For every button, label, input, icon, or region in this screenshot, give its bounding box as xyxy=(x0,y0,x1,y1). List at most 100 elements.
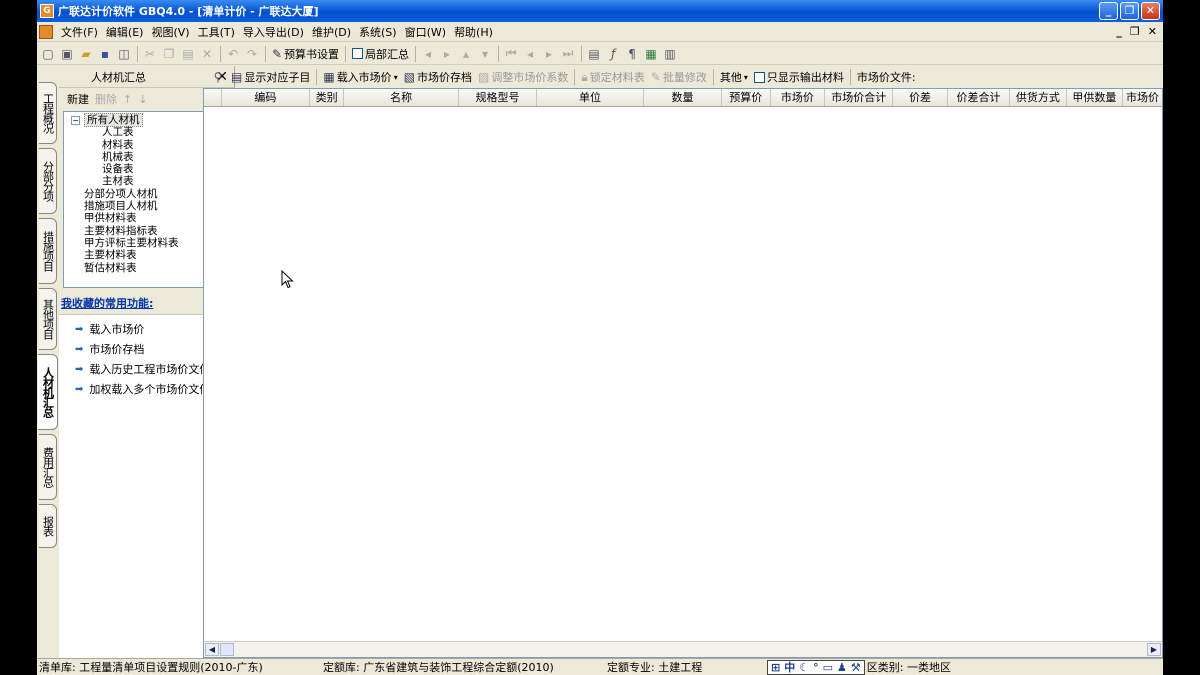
col-header-owner-quantity[interactable]: 甲供数量 xyxy=(1067,89,1124,106)
menu-tools[interactable]: 工具(T) xyxy=(194,24,239,40)
delete-icon[interactable]: ✕ xyxy=(198,45,216,63)
menu-view[interactable]: 视图(V) xyxy=(147,24,193,40)
col-header-spec[interactable]: 规格型号 xyxy=(459,89,537,106)
other-dropdown[interactable]: 其他 ▾ xyxy=(717,69,751,85)
move-down-icon[interactable]: ▾ xyxy=(476,45,494,63)
ime-logo-icon[interactable]: ⊞ xyxy=(771,661,780,674)
col-header-supply-method[interactable]: 供货方式 xyxy=(1010,89,1067,106)
minimize-button[interactable]: _ xyxy=(1099,2,1118,20)
redo-icon[interactable]: ↷ xyxy=(243,45,261,63)
undo-icon[interactable]: ↶ xyxy=(224,45,242,63)
only-output-checkbox[interactable] xyxy=(753,71,765,83)
material-summary-grid[interactable]: 编码 类别 名称 规格型号 单位 数量 预算价 市场价 市场价合计 价差 价差合… xyxy=(203,88,1163,658)
binoculars-icon[interactable]: ⚲ xyxy=(209,68,227,86)
partial-summary-checkbox[interactable] xyxy=(352,48,364,59)
scroll-left-icon[interactable]: ◀ xyxy=(205,643,219,656)
move-down-icon[interactable]: ↓ xyxy=(138,93,147,106)
tab-labor-material-machine-summary[interactable]: 人材机汇总 xyxy=(38,354,58,430)
formula-icon[interactable]: ƒ xyxy=(604,45,622,63)
horizontal-scrollbar[interactable]: ◀ ▶ xyxy=(204,641,1162,657)
wrench-icon[interactable]: ⚒ xyxy=(851,661,861,674)
prev-record-icon[interactable]: ◂ xyxy=(521,45,539,63)
batch-modify-button[interactable]: ✎ 批量修改 xyxy=(648,69,710,85)
col-header-market-price-2[interactable]: 市场价 xyxy=(1123,89,1162,106)
menu-window[interactable]: 窗口(W) xyxy=(401,24,450,40)
partial-summary-toggle[interactable]: 局部汇总 xyxy=(349,46,412,62)
archive-icon: ▧ xyxy=(403,70,416,84)
document-icon[interactable] xyxy=(39,24,53,39)
scroll-thumb[interactable] xyxy=(220,643,234,656)
next-record-icon[interactable]: ▸ xyxy=(540,45,558,63)
show-sub-items-button[interactable]: ▤ 显示对应子目 xyxy=(228,69,313,85)
scroll-right-icon[interactable]: ▶ xyxy=(1147,643,1161,656)
calculator-icon[interactable]: ▦ xyxy=(642,45,660,63)
menu-maintain[interactable]: 维护(D) xyxy=(308,24,355,40)
move-right-icon[interactable]: ▸ xyxy=(438,45,456,63)
market-price-archive-button[interactable]: ▧ 市场价存档 xyxy=(401,69,475,85)
punctuation-icon[interactable]: ° xyxy=(813,661,819,674)
adjust-coefficient-button[interactable]: ▨ 调整市场价系数 xyxy=(475,69,571,85)
close-window-button[interactable]: ✕ xyxy=(1141,2,1160,20)
last-record-icon[interactable]: ⏭ xyxy=(559,45,577,63)
collapse-icon[interactable]: − xyxy=(71,116,80,125)
moon-icon[interactable]: ☾ xyxy=(799,661,809,674)
lock-material-table-label: 锁定材料表 xyxy=(589,71,645,84)
tab-project-overview[interactable]: 工程概况 xyxy=(39,82,57,144)
col-header-code[interactable]: 编码 xyxy=(222,89,311,106)
menu-file[interactable]: 文件(F) xyxy=(57,24,102,40)
menu-system[interactable]: 系统(S) xyxy=(355,24,401,40)
new-project-icon[interactable]: ▣ xyxy=(58,45,76,63)
grid-view-icon[interactable]: ▥ xyxy=(661,45,679,63)
maximize-button[interactable]: ❐ xyxy=(1120,2,1139,20)
user-icon[interactable]: ♟ xyxy=(837,661,847,674)
col-header-name[interactable]: 名称 xyxy=(344,89,460,106)
fav-label: 载入历史工程市场价文件 xyxy=(89,363,211,376)
col-header-market-price[interactable]: 市场价 xyxy=(771,89,826,106)
tab-reports[interactable]: 报表 xyxy=(39,504,57,548)
status-bar: 清单库: 工程量清单项目设置规则(2010-广东) 定额库: 广东省建筑与装饰工… xyxy=(37,658,1163,675)
toolbar-separator xyxy=(498,45,500,62)
new-file-icon[interactable]: ▢ xyxy=(39,45,57,63)
first-record-icon[interactable]: ⏮ xyxy=(502,45,520,63)
paragraph-icon[interactable]: ¶ xyxy=(623,45,641,63)
col-header-category[interactable]: 类别 xyxy=(310,89,345,106)
col-header-unit[interactable]: 单位 xyxy=(537,89,645,106)
load-market-price-button[interactable]: ▦ 载入市场价 ▾ xyxy=(320,69,400,85)
tab-cost-summary[interactable]: 费用汇总 xyxy=(39,434,57,500)
mdi-minimize-button[interactable]: _ xyxy=(1116,25,1122,38)
mdi-close-button[interactable]: ✕ xyxy=(1148,25,1157,38)
tab-measure-items[interactable]: 措施项目 xyxy=(39,218,57,284)
only-output-toggle[interactable]: 只显示输出材料 xyxy=(751,69,847,85)
col-header-quantity[interactable]: 数量 xyxy=(644,89,722,106)
dropdown-arrow-icon[interactable]: ▾ xyxy=(394,73,398,82)
ime-toolbar[interactable]: ⊞ 中 ☾ ° ▭ ♟ ⚒ xyxy=(767,659,865,675)
tab-other-items[interactable]: 其他项目 xyxy=(39,288,57,350)
open-folder-icon[interactable]: ▰ xyxy=(77,45,95,63)
delete-button[interactable]: 删除 xyxy=(95,91,117,107)
col-header-market-total[interactable]: 市场价合计 xyxy=(825,89,894,106)
col-header-budget-price[interactable]: 预算价 xyxy=(722,89,771,106)
move-left-icon[interactable]: ◂ xyxy=(419,45,437,63)
save-icon[interactable]: ▪ xyxy=(96,45,114,63)
tab-divisional-items[interactable]: 分部分项 xyxy=(39,148,57,214)
budget-settings-button[interactable]: ✎ 预算书设置 xyxy=(269,46,342,62)
col-header-price-difference[interactable]: 价差 xyxy=(893,89,948,106)
row-selector-header[interactable] xyxy=(204,89,222,106)
keyboard-icon[interactable]: ▭ xyxy=(823,661,833,674)
move-up-icon[interactable]: ▴ xyxy=(457,45,475,63)
notes-icon[interactable]: ▤ xyxy=(585,45,603,63)
paste-icon[interactable]: ▤ xyxy=(179,45,197,63)
mdi-restore-button[interactable]: ❐ xyxy=(1130,25,1140,38)
move-up-icon[interactable]: ↑ xyxy=(123,93,132,106)
save-as-icon[interactable]: ◫ xyxy=(115,45,133,63)
menu-edit[interactable]: 编辑(E) xyxy=(102,24,148,40)
fav-label: 市场价存档 xyxy=(89,343,145,356)
cut-icon[interactable]: ✂ xyxy=(141,45,159,63)
ime-mode-indicator[interactable]: 中 xyxy=(784,659,795,675)
menu-import-export[interactable]: 导入导出(D) xyxy=(239,24,308,40)
new-button[interactable]: 新建 xyxy=(67,91,89,107)
lock-material-table-button[interactable]: 🔒︎ 锁定材料表 xyxy=(578,69,647,85)
col-header-difference-total[interactable]: 价差合计 xyxy=(948,89,1011,106)
menu-help[interactable]: 帮助(H) xyxy=(450,24,497,40)
copy-icon[interactable]: ❐ xyxy=(160,45,178,63)
